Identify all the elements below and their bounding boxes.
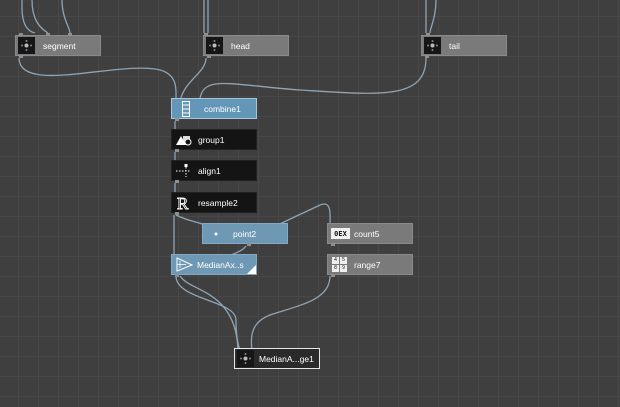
node-label: align1	[198, 165, 221, 176]
node-count[interactable]: 0EX count5	[327, 223, 413, 246]
network-node-icon	[237, 350, 254, 367]
svg-text:R: R	[177, 194, 189, 211]
node-label: point2	[233, 228, 257, 239]
node-range[interactable]: 4 5 8 9 range7	[327, 254, 413, 277]
wire-segment-combine	[18, 57, 177, 99]
range-cell: 8	[332, 265, 339, 272]
wire-median-output	[175, 275, 241, 351]
node-label: combine1	[204, 103, 241, 114]
network-node-icon	[18, 37, 35, 54]
wire-median-output-b	[179, 275, 239, 351]
wire-tail-combine	[199, 57, 427, 99]
node-segment[interactable]: segment	[15, 33, 101, 58]
node-label: segment	[43, 40, 76, 51]
point-icon	[207, 225, 224, 242]
range-cell: 5	[340, 257, 347, 264]
wire-top-segment-c	[61, 0, 71, 34]
network-canvas[interactable]: segment head tail combine1 group1 align1…	[0, 0, 620, 407]
node-label: count5	[354, 228, 380, 239]
node-align[interactable]: align1	[171, 160, 257, 183]
node-tail[interactable]: tail	[421, 33, 507, 58]
wire-resample-point	[175, 214, 205, 226]
triangle-icon	[176, 256, 193, 273]
connections-layer	[18, 0, 437, 351]
node-label: range7	[354, 259, 381, 270]
node-head[interactable]: head	[203, 33, 289, 58]
wire-top-tail-b	[429, 0, 437, 34]
node-combine[interactable]: combine1	[171, 98, 257, 121]
node-point[interactable]: point2	[202, 223, 288, 246]
range-cell: 4	[332, 257, 339, 264]
combine-icon	[177, 100, 194, 117]
range-grid-icon: 4 5 8 9	[331, 256, 348, 273]
wire-top-segment-b	[31, 0, 49, 34]
render-flag-corner[interactable]	[247, 265, 256, 274]
node-median-axis[interactable]: MedianAx..s	[171, 254, 257, 277]
node-median-output[interactable]: MedianA...ge1	[234, 348, 320, 369]
node-label: MedianA...ge1	[259, 353, 314, 364]
wire-range-output	[250, 275, 331, 351]
network-node-icon	[206, 37, 223, 54]
range-cell: 9	[340, 265, 347, 272]
node-label: group1	[198, 134, 225, 145]
group-shapes-icon	[175, 131, 192, 148]
node-label: resample2	[198, 197, 238, 208]
node-label: tail	[449, 40, 460, 51]
count-icon: 0EX	[331, 228, 350, 239]
wire-top-segment-a	[21, 0, 36, 34]
node-label: head	[231, 40, 250, 51]
align-icon	[175, 162, 192, 179]
resample-r-icon: R	[175, 194, 192, 211]
node-label: MedianAx..s	[197, 259, 244, 270]
node-group[interactable]: group1	[171, 129, 257, 152]
node-resample[interactable]: R resample2	[171, 192, 257, 215]
network-node-icon	[424, 37, 441, 54]
